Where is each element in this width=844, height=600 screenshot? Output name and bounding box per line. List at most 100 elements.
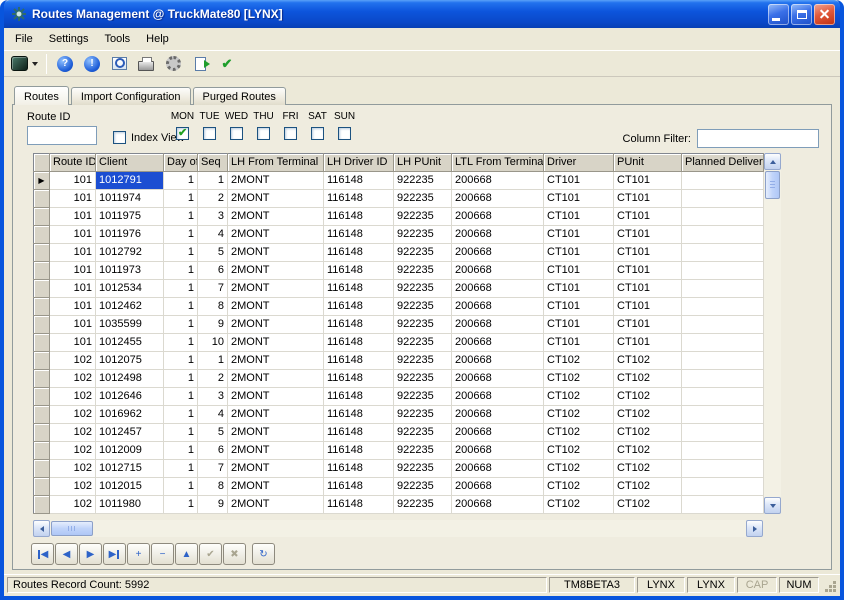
grid-cell[interactable]: 116148 <box>324 226 394 244</box>
grid-cell[interactable]: 116148 <box>324 298 394 316</box>
grid-cell[interactable]: 922235 <box>394 406 452 424</box>
grid-cell[interactable]: 10 <box>198 334 228 352</box>
grid-cell[interactable]: 922235 <box>394 208 452 226</box>
grid-cell[interactable]: CT102 <box>614 478 682 496</box>
grid-cell[interactable]: 200668 <box>452 190 544 208</box>
scroll-up-button[interactable] <box>764 153 781 170</box>
column-header-route-id[interactable]: Route ID <box>50 154 96 172</box>
grid-cell[interactable]: CT102 <box>614 370 682 388</box>
grid-cell[interactable]: 1 <box>164 460 198 478</box>
grid-cell[interactable]: CT101 <box>544 226 614 244</box>
table-row[interactable]: 1011035599192MONT116148922235200668CT101… <box>34 316 764 334</box>
grid-cell[interactable] <box>682 208 764 226</box>
grid-cell[interactable] <box>682 244 764 262</box>
grid-cell[interactable]: 2MONT <box>228 406 324 424</box>
vertical-scrollbar[interactable] <box>764 153 781 514</box>
grid-cell[interactable]: 1011980 <box>96 496 164 514</box>
tab-import-configuration[interactable]: Import Configuration <box>71 87 191 105</box>
grid-cell[interactable]: CT101 <box>614 298 682 316</box>
grid-cell[interactable]: 2MONT <box>228 262 324 280</box>
grid-cell[interactable]: 1 <box>164 172 198 190</box>
grid-cell[interactable]: CT102 <box>544 352 614 370</box>
grid-cell[interactable]: 922235 <box>394 478 452 496</box>
grid-cell[interactable]: 200668 <box>452 316 544 334</box>
grid-cell[interactable]: 116148 <box>324 478 394 496</box>
day-checkbox-fri[interactable] <box>284 127 297 140</box>
grid-cell[interactable] <box>682 334 764 352</box>
grid-cell[interactable]: 922235 <box>394 298 452 316</box>
grid-cell[interactable]: CT101 <box>544 190 614 208</box>
print-button[interactable] <box>134 52 158 76</box>
grid-cell[interactable] <box>682 424 764 442</box>
grid-cell[interactable]: 102 <box>50 496 96 514</box>
grid-cell[interactable]: 116148 <box>324 406 394 424</box>
grid-cell[interactable]: 8 <box>198 478 228 496</box>
grid-cell[interactable]: CT101 <box>614 316 682 334</box>
grid-cell[interactable]: CT102 <box>544 388 614 406</box>
grid-cell[interactable]: 922235 <box>394 316 452 334</box>
scroll-right-button[interactable] <box>746 520 763 537</box>
grid-cell[interactable]: 1 <box>164 244 198 262</box>
table-row[interactable]: 1021011980192MONT116148922235200668CT102… <box>34 496 764 514</box>
column-header-day-of[interactable]: Day of <box>164 154 198 172</box>
grid-cell[interactable]: CT102 <box>614 424 682 442</box>
grid-cell[interactable]: 2MONT <box>228 334 324 352</box>
grid-cell[interactable] <box>682 370 764 388</box>
table-row[interactable]: 1021012009162MONT116148922235200668CT102… <box>34 442 764 460</box>
grid-cell[interactable]: 101 <box>50 226 96 244</box>
day-checkbox-wed[interactable] <box>230 127 243 140</box>
grid-cell[interactable]: 1 <box>164 280 198 298</box>
grid-cell[interactable] <box>682 478 764 496</box>
grid-cell[interactable]: 116148 <box>324 262 394 280</box>
grid-cell[interactable]: 101 <box>50 334 96 352</box>
grid-cell[interactable]: 2MONT <box>228 298 324 316</box>
grid-cell[interactable]: 101 <box>50 298 96 316</box>
grid-cell[interactable]: 200668 <box>452 262 544 280</box>
grid-cell[interactable]: 1 <box>198 352 228 370</box>
grid-cell[interactable]: 200668 <box>452 352 544 370</box>
grid-cell[interactable]: 922235 <box>394 352 452 370</box>
grid-cell[interactable]: 1012534 <box>96 280 164 298</box>
table-row[interactable]: 10110124551102MONT116148922235200668CT10… <box>34 334 764 352</box>
grid-cell[interactable]: 2 <box>198 190 228 208</box>
grid-cell[interactable]: 200668 <box>452 208 544 226</box>
tab-routes[interactable]: Routes <box>14 86 69 105</box>
nav-cancel-button[interactable]: ✖ <box>223 543 246 565</box>
grid-cell[interactable]: CT101 <box>614 226 682 244</box>
day-checkbox-thu[interactable] <box>257 127 270 140</box>
validate-button[interactable] <box>215 52 239 76</box>
grid-cell[interactable]: CT102 <box>544 460 614 478</box>
grid-cell[interactable]: 1011976 <box>96 226 164 244</box>
grid-cell[interactable]: 102 <box>50 370 96 388</box>
grid-cell[interactable]: 922235 <box>394 388 452 406</box>
grid-cell[interactable]: CT101 <box>614 172 682 190</box>
day-checkbox-mon[interactable] <box>176 127 189 140</box>
grid-cell[interactable]: 1 <box>164 496 198 514</box>
grid-cell[interactable]: 922235 <box>394 370 452 388</box>
grid-cell[interactable]: CT102 <box>544 424 614 442</box>
table-row[interactable]: 1021012646132MONT116148922235200668CT102… <box>34 388 764 406</box>
grid-cell[interactable]: 4 <box>198 226 228 244</box>
grid-cell[interactable]: 101 <box>50 244 96 262</box>
column-header-lh-punit[interactable]: LH PUnit <box>394 154 452 172</box>
grid-cell[interactable] <box>682 352 764 370</box>
find-button[interactable] <box>107 52 131 76</box>
grid-cell[interactable] <box>682 388 764 406</box>
grid-cell[interactable]: 1035599 <box>96 316 164 334</box>
grid-cell[interactable]: CT101 <box>544 262 614 280</box>
table-row[interactable]: 1011012792152MONT116148922235200668CT101… <box>34 244 764 262</box>
grid-cell[interactable]: 200668 <box>452 298 544 316</box>
maximize-button[interactable] <box>791 4 812 25</box>
grid-cell[interactable] <box>682 316 764 334</box>
grid-cell[interactable]: 1012646 <box>96 388 164 406</box>
grid-cell[interactable]: 2MONT <box>228 172 324 190</box>
grid-cell[interactable]: 1 <box>164 262 198 280</box>
title-bar[interactable]: Routes Management @ TruckMate80 [LYNX] <box>4 0 840 28</box>
grid-cell[interactable]: CT101 <box>614 334 682 352</box>
close-button[interactable] <box>814 4 835 25</box>
grid-cell[interactable]: 102 <box>50 406 96 424</box>
grid-cell[interactable]: 200668 <box>452 226 544 244</box>
grid-cell[interactable]: 116148 <box>324 172 394 190</box>
grid-cell[interactable]: CT101 <box>544 316 614 334</box>
grid-cell[interactable] <box>682 496 764 514</box>
